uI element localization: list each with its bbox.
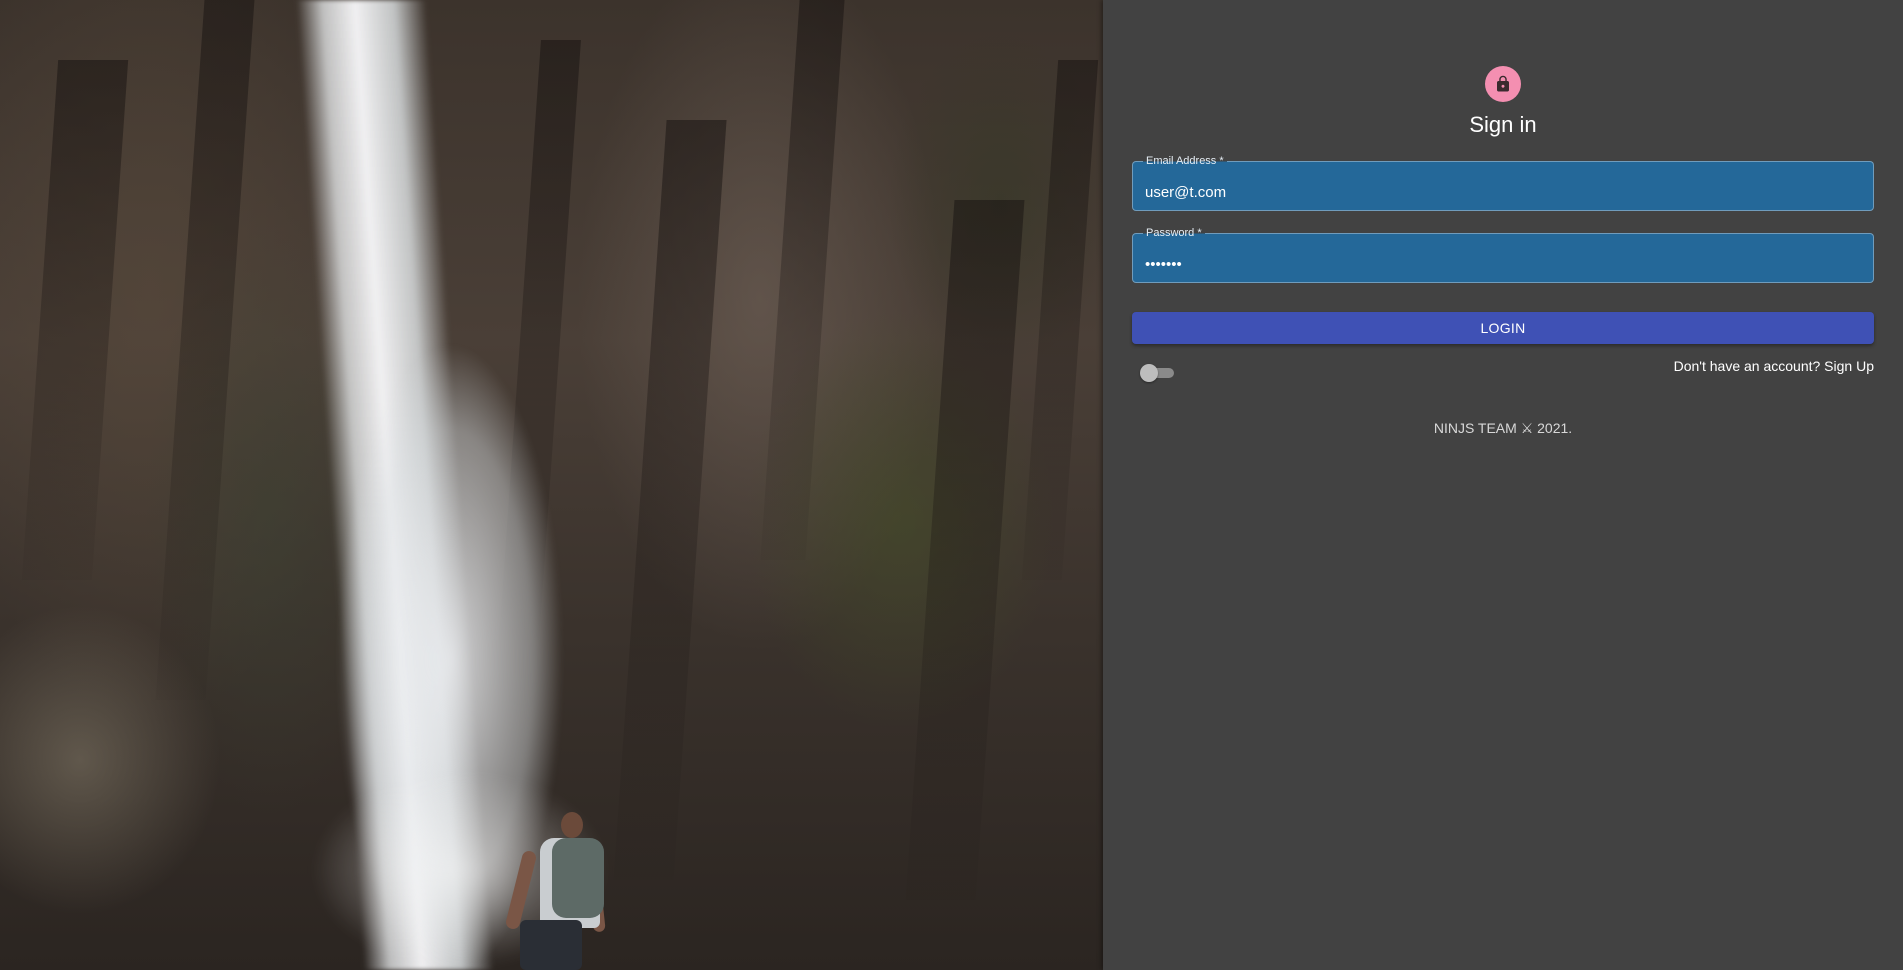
avatar — [1485, 66, 1521, 102]
sign-in-form: Sign in Email Address * Password * LOGIN… — [1132, 64, 1874, 437]
login-page: Sign in Email Address * Password * LOGIN… — [0, 0, 1903, 970]
page-title: Sign in — [1469, 112, 1537, 137]
form-actions-row: Don't have an account? Sign Up — [1132, 354, 1874, 394]
sign-in-panel: Sign in Email Address * Password * LOGIN… — [1103, 0, 1903, 970]
password-field[interactable]: Password * — [1132, 226, 1874, 283]
hero-waterfall-image — [0, 0, 1103, 970]
theme-toggle-switch[interactable] — [1140, 364, 1174, 382]
login-button[interactable]: LOGIN — [1132, 312, 1874, 344]
password-input[interactable] — [1133, 234, 1873, 282]
email-input[interactable] — [1133, 162, 1873, 210]
toggle-thumb[interactable] — [1140, 364, 1158, 382]
lock-icon — [1497, 75, 1509, 92]
copyright-footer: NINJS TEAM ⚔ 2021. — [1433, 420, 1573, 436]
sign-up-link[interactable]: Don't have an account? Sign Up — [1674, 358, 1874, 374]
email-field[interactable]: Email Address * — [1132, 154, 1874, 211]
